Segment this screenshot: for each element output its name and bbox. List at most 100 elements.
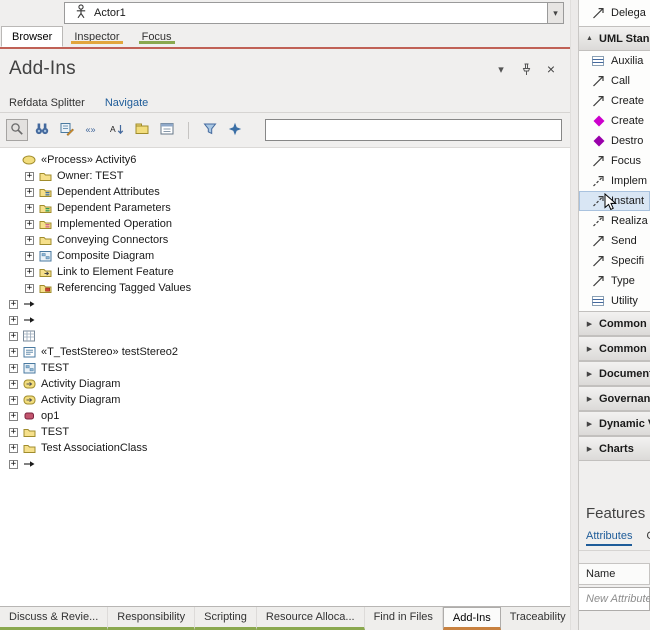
tab-browser[interactable]: Browser xyxy=(1,26,64,47)
zoom-button[interactable] xyxy=(6,119,28,141)
compass-button[interactable] xyxy=(224,119,246,141)
expand-toggle[interactable]: + xyxy=(9,379,18,389)
tree-item-test-associationclass[interactable]: + Test AssociationClass xyxy=(3,440,570,456)
toolbox-item-specifi[interactable]: Specifi xyxy=(579,251,650,271)
pin-icon[interactable] xyxy=(517,60,535,78)
expand-toggle[interactable]: + xyxy=(25,283,34,293)
combobox-dropdown-button[interactable]: ▾ xyxy=(547,2,564,24)
tree-item-test[interactable]: + TEST xyxy=(3,360,570,376)
toolbox-group-governanc[interactable]: ▶ Governanc xyxy=(579,386,650,411)
bottom-tab-resource-alloca[interactable]: Resource Alloca... xyxy=(256,607,365,630)
tree-item[interactable]: + xyxy=(3,312,570,328)
toolbox-item-create[interactable]: Create xyxy=(579,111,650,131)
toolbox-group-uml-stand[interactable]: ▲ UML Stand xyxy=(579,26,650,51)
tree-item-composite-diagram[interactable]: + Composite Diagram xyxy=(3,248,570,264)
expand-toggle[interactable]: + xyxy=(25,171,34,181)
expand-toggle[interactable]: + xyxy=(25,267,34,277)
window-menu-icon[interactable]: ▾ xyxy=(492,60,510,78)
element-selector[interactable]: Actor1 xyxy=(64,2,547,24)
expand-toggle[interactable]: + xyxy=(25,235,34,245)
folder-operations-icon xyxy=(38,218,52,230)
expand-toggle[interactable]: + xyxy=(25,251,34,261)
tree-item-activity-diagram[interactable]: + Activity Diagram xyxy=(3,392,570,408)
toolbox-group-documents[interactable]: ▶ Documents xyxy=(579,361,650,386)
tree-item-dependent-parameters[interactable]: + Dependent Parameters xyxy=(3,200,570,216)
tree-item-referencing-tagged-values[interactable]: + Referencing Tagged Values xyxy=(3,280,570,296)
tree-item-conveying-connectors[interactable]: + Conveying Connectors xyxy=(3,232,570,248)
expand-toggle[interactable]: + xyxy=(25,203,34,213)
bottom-tab-traceability[interactable]: Traceability xyxy=(501,607,570,630)
toolbox-item-realiza[interactable]: Realiza xyxy=(579,211,650,231)
expand-toggle[interactable]: + xyxy=(9,443,18,453)
expand-toggle[interactable]: + xyxy=(9,315,18,325)
features-tab-o[interactable]: O xyxy=(646,530,650,546)
name-column-header[interactable]: Name xyxy=(579,563,650,585)
close-icon[interactable]: × xyxy=(542,60,560,78)
toolbox-item-create[interactable]: Create xyxy=(579,91,650,111)
toolbox-item-instant[interactable]: Instant xyxy=(579,191,650,211)
subtab-navigate[interactable]: Navigate xyxy=(105,97,148,109)
chevron-down-icon: ▾ xyxy=(553,7,558,18)
toolbox-item-auxilia[interactable]: Auxilia xyxy=(579,51,650,71)
expand-toggle[interactable]: + xyxy=(25,219,34,229)
bottom-tab-responsibility[interactable]: Responsibility xyxy=(108,607,196,630)
toolbox-group-charts[interactable]: ▶ Charts xyxy=(579,436,650,461)
tree-item-op1[interactable]: + op1 xyxy=(3,408,570,424)
toolbox-item-focus[interactable]: Focus xyxy=(579,151,650,171)
sort-button[interactable]: A xyxy=(106,119,128,141)
bottom-tab-scripting[interactable]: Scripting xyxy=(195,607,257,630)
toolbox-item-destro[interactable]: Destro xyxy=(579,131,650,151)
binoculars-button[interactable] xyxy=(31,119,53,141)
expand-toggle[interactable]: + xyxy=(9,427,18,437)
tree-item-link-to-element-feature[interactable]: + Link to Element Feature xyxy=(3,264,570,280)
diagram-usage-button[interactable] xyxy=(56,119,78,141)
package-button[interactable] xyxy=(131,119,153,141)
expand-toggle[interactable]: + xyxy=(9,411,18,421)
navigate-filter-input[interactable] xyxy=(265,119,562,141)
tab-focus[interactable]: Focus xyxy=(131,26,183,47)
selected-element-label: Actor1 xyxy=(94,7,126,19)
tree-item-activity-diagram[interactable]: + Activity Diagram xyxy=(3,376,570,392)
toolbox-item-call[interactable]: Call xyxy=(579,71,650,91)
calendar-button[interactable] xyxy=(156,119,178,141)
toolbox-item-utility[interactable]: Utility xyxy=(579,291,650,311)
toolbox-item-delega[interactable]: Delega xyxy=(579,0,650,26)
tree-item-implemented-operation[interactable]: + Implemented Operation xyxy=(3,216,570,232)
tree-item-dependent-attributes[interactable]: + Dependent Attributes xyxy=(3,184,570,200)
folder-parameters-icon xyxy=(38,202,52,214)
filter-button[interactable] xyxy=(199,119,221,141)
toolbox-item-send[interactable]: Send xyxy=(579,231,650,251)
expand-toggle[interactable]: + xyxy=(9,347,18,357)
tree-item-owner-test[interactable]: + Owner: TEST xyxy=(3,168,570,184)
connector-solid-icon xyxy=(591,274,606,289)
toolbox-item-type[interactable]: Type xyxy=(579,271,650,291)
tree-item[interactable]: + xyxy=(3,456,570,472)
folder-tags-icon xyxy=(38,282,52,294)
expand-toggle[interactable]: + xyxy=(9,459,18,469)
toolbox-group-common-e[interactable]: ▶ Common E xyxy=(579,311,650,336)
panel-splitter[interactable] xyxy=(570,0,578,630)
expand-toggle[interactable]: + xyxy=(25,187,34,197)
expand-toggle[interactable]: + xyxy=(9,331,18,341)
toolbox-group-dynamic-v[interactable]: ▶ Dynamic V xyxy=(579,411,650,436)
toolbox-group-common-r[interactable]: ▶ Common R xyxy=(579,336,650,361)
tree-item-test[interactable]: + TEST xyxy=(3,424,570,440)
features-tab-attributes[interactable]: Attributes xyxy=(586,530,633,546)
tree-item-process-activity6[interactable]: «Process» Activity6 xyxy=(3,152,570,168)
tree-item[interactable]: + xyxy=(3,328,570,344)
bottom-tab-discuss-revie[interactable]: Discuss & Revie... xyxy=(0,607,109,630)
tree-item[interactable]: + xyxy=(3,296,570,312)
tab-inspector[interactable]: Inspector xyxy=(63,26,130,47)
expand-toggle[interactable]: + xyxy=(9,395,18,405)
subtab-refdata-splitter[interactable]: Refdata Splitter xyxy=(9,97,85,109)
toolbox-item-implem[interactable]: Implem xyxy=(579,171,650,191)
bottom-tab-add-ins[interactable]: Add-Ins xyxy=(442,607,501,630)
bottom-tab-find-in-files[interactable]: Find in Files xyxy=(365,607,443,630)
expand-toggle[interactable]: + xyxy=(9,363,18,373)
new-attribute-input[interactable]: New Attribute... xyxy=(579,587,650,611)
tree-item-t-teststereo-teststereo2[interactable]: + «T_TestStereo» testStereo2 xyxy=(3,344,570,360)
connector-solid-icon xyxy=(591,6,606,21)
arrow-icon xyxy=(22,458,36,470)
stereotype-button[interactable]: «» xyxy=(81,119,103,141)
expand-toggle[interactable]: + xyxy=(9,299,18,309)
